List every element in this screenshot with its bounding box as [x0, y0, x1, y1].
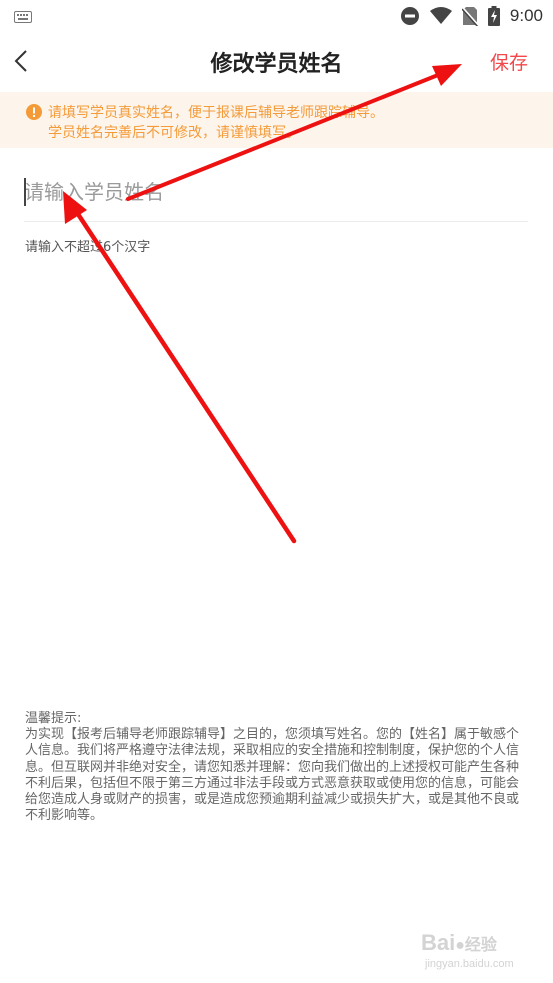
wifi-icon: [429, 7, 452, 24]
watermark-logo-text: Bai: [421, 930, 456, 955]
paw-icon: ●: [455, 937, 465, 954]
status-bar: 9:00: [0, 0, 553, 32]
watermark-logo-suffix: 经验: [464, 937, 497, 954]
watermark-logo: Bai●经验: [421, 930, 497, 956]
privacy-tips: 温馨提示: 为实现【报考后辅导老师跟踪辅导】之目的，您须填写姓名。您的【姓名】属…: [25, 711, 530, 824]
page-title: 修改学员姓名: [210, 52, 343, 77]
student-name-input[interactable]: [24, 170, 528, 214]
notice-text-line1: 请填写学员真实姓名，便于报课后辅导老师跟踪辅导。: [48, 105, 384, 121]
warning-circle-icon: [26, 104, 42, 120]
input-hint: 请输入不超过6个汉字: [25, 240, 151, 255]
save-button[interactable]: 保存: [490, 48, 528, 75]
watermark-url: jingyan.baidu.com: [425, 958, 514, 970]
baidu-watermark: Bai●经验 jingyan.baidu.com: [421, 930, 521, 974]
battery-charging-icon: [487, 6, 500, 26]
tips-title: 温馨提示:: [25, 711, 82, 726]
nav-bar: 修改学员姓名 保存: [0, 32, 553, 90]
keyboard-icon: [14, 11, 32, 23]
status-time: 9:00: [509, 6, 543, 25]
tips-body: 为实现【报考后辅导老师跟踪辅导】之目的，您须填写姓名。您的【姓名】属于敏感个人信…: [25, 727, 520, 824]
do-not-disturb-icon: [400, 7, 419, 25]
notice-banner: 请填写学员真实姓名，便于报课后辅导老师跟踪辅导。 学员姓名完善后不可修改，请谨慎…: [0, 92, 553, 148]
status-icons: 9:00: [400, 5, 543, 27]
no-sim-icon: [461, 6, 478, 26]
input-divider: [24, 221, 528, 222]
notice-text-line2: 学员姓名完善后不可修改，请谨慎填写。: [48, 125, 300, 141]
text-cursor: [24, 178, 26, 206]
